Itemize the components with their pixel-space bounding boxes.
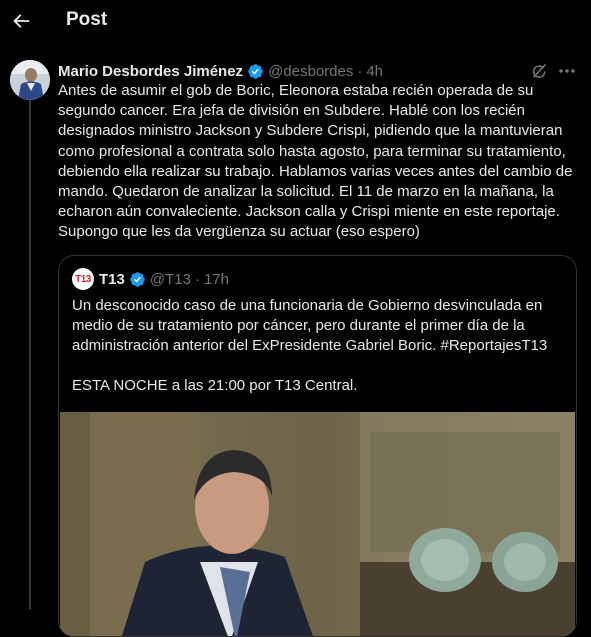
quoted-author-name[interactable]: T13 [99, 271, 125, 288]
grok-icon[interactable] [530, 61, 549, 80]
author-name[interactable]: Mario Desbordes Jiménez [58, 63, 243, 80]
separator-dot: · [194, 270, 200, 288]
quoted-time[interactable]: 17h [204, 271, 229, 288]
quoted-post-header: T13 T13 @T13 · 17h [72, 268, 229, 290]
more-dots-icon[interactable] [557, 61, 577, 81]
arrow-left-icon[interactable] [10, 10, 32, 32]
post-header: Mario Desbordes Jiménez @desbordes · 4h [58, 61, 383, 81]
thread-line [29, 100, 31, 610]
page-title: Post [66, 9, 108, 30]
separator-dot: · [357, 62, 363, 80]
quoted-post[interactable]: T13 T13 @T13 · 17h Un desconocido caso d… [58, 255, 577, 637]
author-handle[interactable]: @desbordes [268, 63, 353, 80]
quoted-handle[interactable]: @T13 [150, 271, 191, 288]
verified-badge-icon [248, 63, 263, 79]
post-text: Antes de asumir el gob de Boric, Eleonor… [58, 82, 573, 241]
avatar[interactable] [10, 60, 50, 100]
post-time[interactable]: 4h [366, 63, 383, 80]
verified-badge-icon [130, 271, 145, 287]
quoted-paragraph: ESTA NOCHE a las 21:00 por T13 Central. [72, 377, 358, 394]
quoted-text: Un desconocido caso de una funcionaria d… [72, 296, 567, 396]
quoted-paragraph: Un desconocido caso de una funcionaria d… [72, 297, 548, 354]
top-bar: Post [0, 0, 591, 44]
quoted-avatar[interactable]: T13 [72, 268, 94, 290]
video-thumbnail[interactable] [60, 412, 575, 636]
